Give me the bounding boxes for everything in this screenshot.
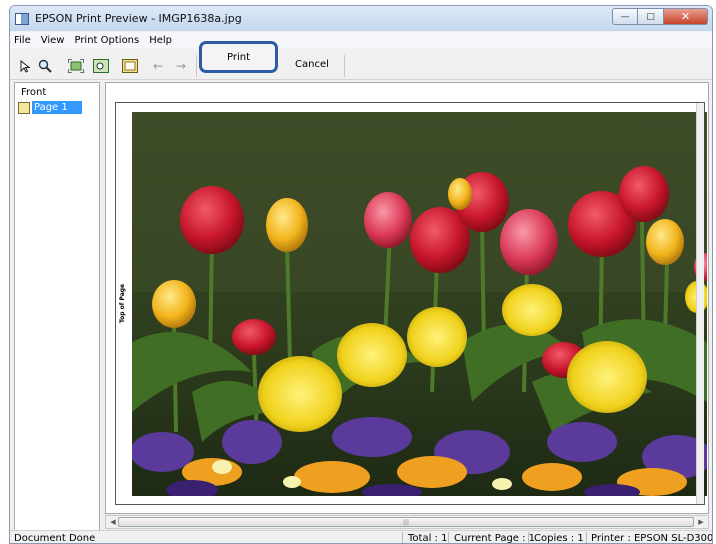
close-button[interactable]: ✕	[664, 8, 708, 25]
maximize-button[interactable]: □	[638, 8, 664, 25]
page-thumbnail-icon	[18, 101, 30, 114]
page-icon[interactable]	[122, 59, 138, 73]
paper-sheet: Top of Page	[115, 102, 707, 505]
print-button[interactable]: Print	[199, 41, 278, 73]
status-printer: Printer : EPSON SL-D3000	[591, 533, 713, 544]
page-list-item[interactable]: Page 1	[18, 101, 82, 114]
status-divider	[528, 532, 529, 543]
page-list-panel: Front Page 1	[14, 82, 100, 532]
zoom-image-icon[interactable]	[93, 59, 109, 73]
menu-print-options[interactable]: Print Options	[74, 35, 139, 46]
menu-help[interactable]: Help	[149, 35, 172, 46]
pointer-icon[interactable]	[17, 59, 33, 73]
page-item-label: Page 1	[32, 101, 82, 114]
back-arrow-icon[interactable]: ←	[150, 59, 166, 73]
forward-arrow-icon[interactable]: →	[173, 59, 189, 73]
status-divider	[402, 532, 403, 543]
front-heading: Front	[21, 87, 47, 98]
tulip-flowerbed-photo	[132, 112, 707, 496]
status-divider	[586, 532, 587, 543]
toolbar: ← →	[10, 49, 712, 80]
print-preview-window: EPSON Print Preview - IMGP1638a.jpg — □ …	[9, 5, 713, 544]
scroll-right-icon[interactable]: ▶	[694, 516, 708, 528]
status-copies: Copies : 1	[534, 533, 584, 544]
toolbar-separator	[196, 55, 197, 77]
status-total: Total : 1	[408, 533, 448, 544]
title-bar: EPSON Print Preview - IMGP1638a.jpg — □ …	[10, 6, 712, 31]
status-divider	[448, 532, 449, 543]
menu-view[interactable]: View	[41, 35, 65, 46]
tray-label: Top of Page	[119, 283, 127, 323]
status-bar: Document Done Total : 1 Current Page : 1…	[10, 530, 713, 544]
horizontal-scrollbar[interactable]: ◀ ||| ▶	[105, 515, 709, 529]
cancel-button[interactable]: Cancel	[282, 53, 342, 75]
app-icon	[15, 12, 29, 25]
fit-page-icon[interactable]	[68, 59, 84, 73]
window-controls: — □ ✕	[612, 8, 708, 25]
menu-bar: File View Print Options Help	[10, 32, 712, 48]
menu-file[interactable]: File	[14, 35, 31, 46]
paper-vertical-edge	[696, 103, 704, 504]
window-title: EPSON Print Preview - IMGP1638a.jpg	[35, 12, 242, 25]
minimize-button[interactable]: —	[612, 8, 638, 25]
preview-area: Top of Page	[105, 82, 709, 514]
scrollbar-thumb[interactable]: |||	[118, 517, 694, 527]
toolbar-separator	[344, 55, 345, 77]
zoom-icon[interactable]	[37, 59, 53, 73]
status-current-page: Current Page : 1	[454, 533, 536, 544]
status-document: Document Done	[14, 533, 96, 544]
